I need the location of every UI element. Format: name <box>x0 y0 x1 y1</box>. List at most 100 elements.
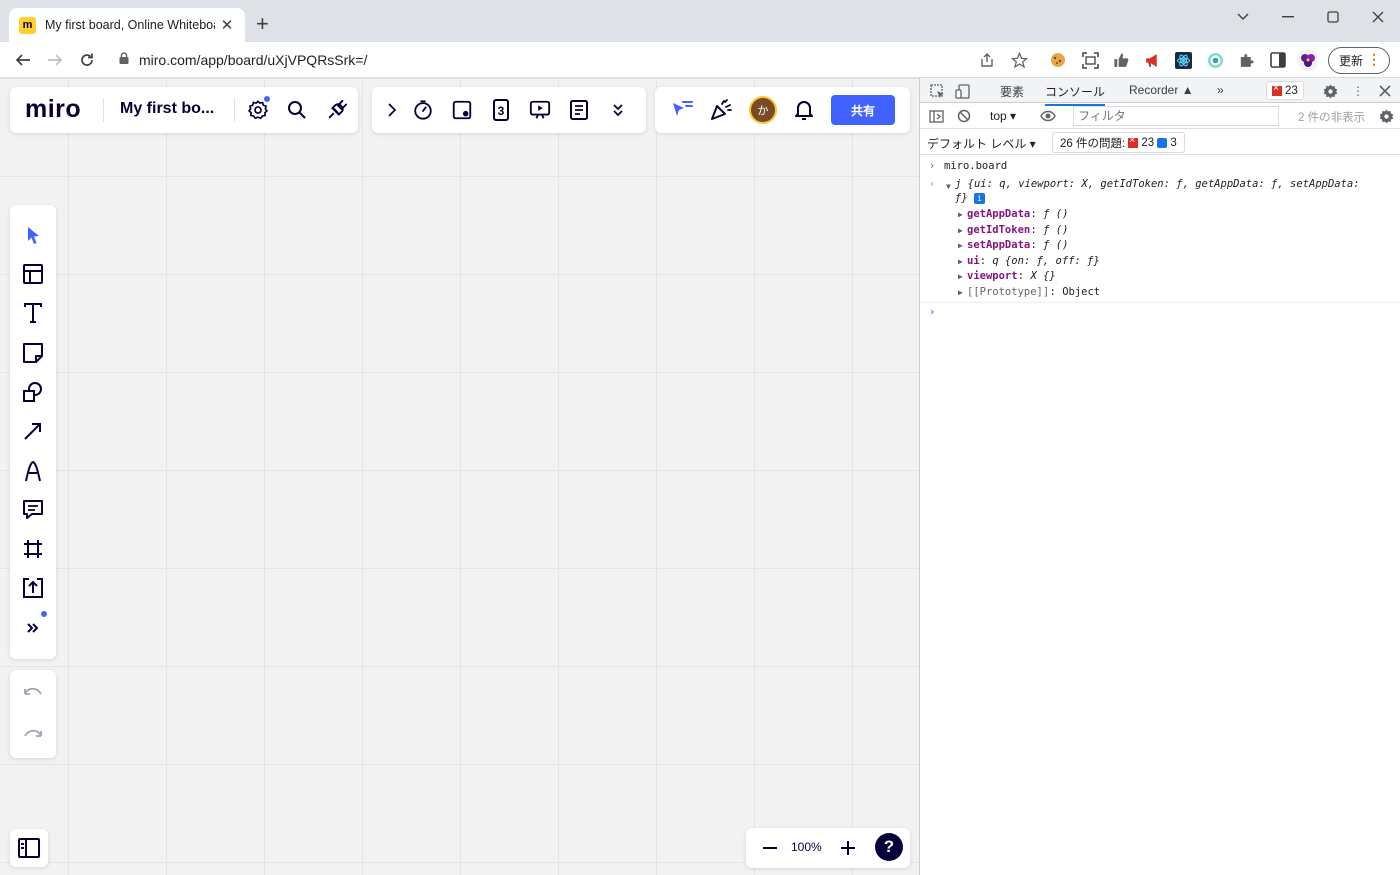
tab-console[interactable]: コンソール <box>1045 83 1106 106</box>
zoom-level[interactable]: 100% <box>791 840 822 854</box>
more-tools-chevrons-icon[interactable] <box>606 98 630 122</box>
tab-elements[interactable]: 要素 <box>1000 83 1024 100</box>
apps-plug-icon[interactable] <box>325 98 349 122</box>
context-select[interactable]: top ▾ <box>990 109 1016 123</box>
bookmark-star-icon[interactable] <box>1009 50 1029 70</box>
devtools-menu-icon[interactable]: ⋮ <box>1349 82 1367 100</box>
share-button[interactable]: 共有 <box>831 95 895 125</box>
device-toolbar-icon[interactable] <box>953 82 971 100</box>
board-name[interactable]: My first bo... <box>120 100 214 118</box>
console-filter-input[interactable] <box>1073 106 1279 126</box>
reload-icon[interactable] <box>74 47 100 73</box>
miro-logo[interactable]: miro <box>25 95 81 124</box>
notifications-bell-icon[interactable] <box>792 98 816 122</box>
estimation-icon[interactable]: 3 <box>489 98 513 122</box>
chevron-right-icon[interactable] <box>380 98 404 122</box>
forward-icon[interactable] <box>42 47 68 73</box>
close-tab-icon[interactable]: ✕ <box>219 16 235 34</box>
maximize-icon[interactable] <box>1318 6 1348 28</box>
error-count-badge[interactable]: 23 <box>1266 81 1304 100</box>
cookie-extension-icon[interactable] <box>1048 50 1068 70</box>
property-value: : ƒ () <box>1031 224 1069 236</box>
expand-triangle-icon: ▶ <box>958 272 963 282</box>
help-button[interactable]: ? <box>875 833 903 861</box>
new-tab-icon[interactable]: + <box>256 13 269 35</box>
console-settings-gear-icon[interactable] <box>1377 107 1395 125</box>
property-colon: : <box>1030 239 1044 252</box>
zoom-in-icon[interactable] <box>836 836 860 860</box>
property-row[interactable]: ▶ setAppData: ƒ () <box>920 239 1400 254</box>
clear-console-icon[interactable] <box>955 107 973 125</box>
property-value-text: ƒ () <box>1043 223 1069 236</box>
close-window-icon[interactable] <box>1363 6 1393 28</box>
presentation-icon[interactable] <box>528 98 552 122</box>
select-cursor-icon[interactable] <box>21 223 45 247</box>
issues-button[interactable]: 26 件の問題: 23 3 <box>1052 132 1185 153</box>
cursor-follow-icon[interactable] <box>670 98 694 122</box>
console-sidebar-icon[interactable] <box>927 107 945 125</box>
property-row[interactable]: ▶ ui: q {on: ƒ, off: ƒ} <box>920 255 1400 270</box>
thumbs-up-extension-icon[interactable] <box>1111 50 1131 70</box>
templates-icon[interactable] <box>21 262 45 286</box>
miro-board-canvas[interactable]: miro My first bo... 3 か 共有 100% ? <box>0 78 919 875</box>
info-icon: i <box>974 193 985 204</box>
shapes-icon[interactable] <box>21 380 45 404</box>
pen-tool-icon[interactable] <box>21 459 45 483</box>
console-result[interactable]: ‹ ▼ j {ui: q, viewport: X, getIdToken: ƒ… <box>920 178 1400 206</box>
property-row[interactable]: ▶ viewport: X {} <box>920 270 1400 285</box>
devtools-close-icon[interactable] <box>1376 82 1394 100</box>
zoom-out-icon[interactable] <box>758 836 782 860</box>
tab-recorder[interactable]: Recorder ▲ <box>1129 83 1194 97</box>
back-icon[interactable] <box>10 47 36 73</box>
timer-icon[interactable] <box>411 98 435 122</box>
console-prompt[interactable]: › <box>920 306 1400 322</box>
property-colon: : <box>1049 286 1063 298</box>
comment-icon[interactable] <box>21 498 45 522</box>
issues-info-icon <box>1157 137 1168 148</box>
redo-icon[interactable] <box>21 722 45 746</box>
chrome-update-button[interactable]: 更新 ⋮ <box>1328 47 1390 74</box>
property-value-text: q {on: ƒ, off: ƒ} <box>992 254 1100 267</box>
profile-avatar-icon[interactable] <box>1297 49 1317 71</box>
property-row[interactable]: ▶ getIdToken: ƒ () <box>920 224 1400 239</box>
notes-document-icon[interactable] <box>567 98 591 122</box>
error-icon <box>1272 83 1282 96</box>
reactions-party-icon[interactable] <box>709 98 733 122</box>
tab-search-icon[interactable] <box>1228 6 1258 28</box>
sticky-note-icon[interactable] <box>21 341 45 365</box>
issues-error-icon <box>1128 135 1139 148</box>
megaphone-extension-icon[interactable] <box>1142 50 1162 70</box>
log-level-select[interactable]: デフォルト レベル ▾ <box>927 135 1036 152</box>
live-expression-eye-icon[interactable] <box>1039 107 1057 125</box>
devtools-settings-gear-icon[interactable] <box>1321 82 1339 100</box>
undo-icon[interactable] <box>21 680 45 704</box>
more-apps-icon[interactable] <box>21 610 48 640</box>
minimize-icon[interactable] <box>1273 6 1303 28</box>
more-tabs[interactable]: » <box>1217 83 1224 97</box>
board-panel-toggle[interactable] <box>10 829 48 867</box>
screenshot-extension-icon[interactable] <box>1080 50 1100 70</box>
property-colon: : <box>1030 223 1044 236</box>
side-panel-icon[interactable] <box>1268 50 1288 70</box>
new-apps-dot <box>40 610 48 618</box>
search-icon[interactable] <box>285 98 309 122</box>
connection-line-icon[interactable] <box>21 419 45 443</box>
notification-dot <box>263 95 271 103</box>
address-bar[interactable]: miro.com/app/board/uXjVPQRsSrk=/ <box>107 45 1037 75</box>
inspect-element-icon[interactable] <box>928 82 946 100</box>
voting-card-icon[interactable] <box>450 98 474 122</box>
user-avatar[interactable]: か <box>749 96 777 124</box>
text-tool-icon[interactable] <box>21 301 45 325</box>
browser-tab[interactable]: m My first board, Online Whiteboar ✕ <box>9 8 245 42</box>
settings-gear-icon[interactable] <box>246 95 271 122</box>
extensions-puzzle-icon[interactable] <box>1236 50 1256 70</box>
property-row[interactable]: ▶ [[Prototype]]: Object <box>920 286 1400 301</box>
issues-label: 26 件の問題: <box>1060 137 1126 150</box>
target-extension-icon[interactable] <box>1205 50 1225 70</box>
property-row[interactable]: ▶ getAppData: ƒ () <box>920 208 1400 223</box>
upload-icon[interactable] <box>21 576 45 600</box>
devtools-extension-icon[interactable] <box>1173 50 1193 70</box>
issues-info-count: 3 <box>1170 136 1177 149</box>
share-page-icon[interactable] <box>977 50 997 70</box>
frame-icon[interactable] <box>21 537 45 561</box>
